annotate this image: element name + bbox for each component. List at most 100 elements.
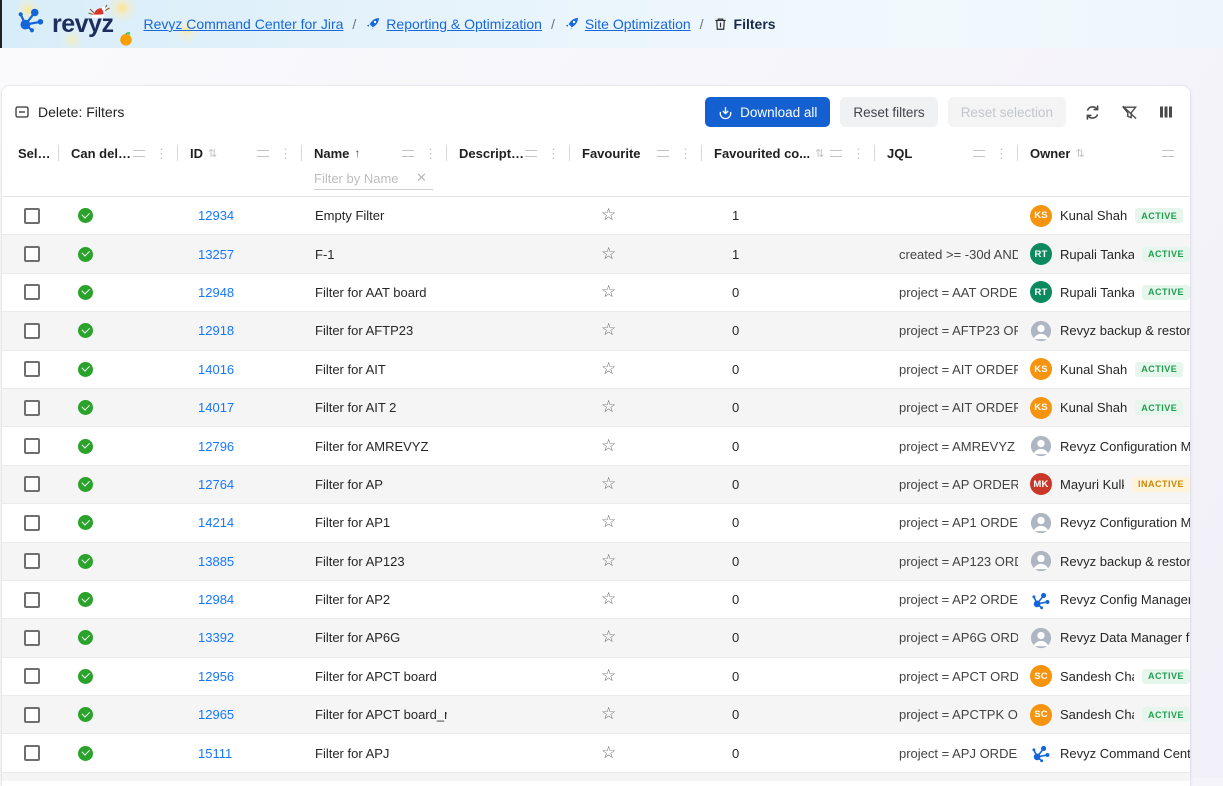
filter-icon[interactable] [657,150,669,157]
owner-name: Kunal Shah [1060,208,1127,223]
filter-icon[interactable] [973,150,985,157]
row-checkbox[interactable] [24,246,40,262]
filter-icon[interactable] [133,150,145,157]
favourite-star-icon[interactable]: ☆ [601,361,616,378]
filter-name: Filter for AMREVYZ [315,439,428,454]
column-settings-button[interactable] [1156,102,1176,122]
filter-name: Filter for AP [315,477,383,492]
filter-id-link[interactable]: 13257 [198,247,234,262]
column-header-favourited-count[interactable]: Favourited co... ⇅ ⋮ [702,138,875,168]
refresh-button[interactable] [1082,102,1103,123]
column-menu-icon[interactable]: ⋮ [993,147,1010,160]
favourite-star-icon[interactable]: ☆ [601,284,616,301]
sort-icon[interactable]: ⇅ [1075,147,1084,160]
favourite-star-icon[interactable]: ☆ [601,706,616,723]
favourite-star-icon[interactable]: ☆ [601,476,616,493]
row-checkbox[interactable] [24,284,40,300]
column-menu-icon[interactable]: ⋮ [422,147,439,160]
filter-id-link[interactable]: 13885 [198,554,234,569]
column-header-favourite[interactable]: Favourite ⋮ [570,138,702,168]
filter-id-link[interactable]: 12796 [198,439,234,454]
clear-filters-button[interactable] [1119,102,1140,123]
sort-icon[interactable]: ⇅ [815,147,824,160]
filter-id-link[interactable]: 12764 [198,477,234,492]
sort-icon[interactable]: ⇅ [208,147,217,160]
breadcrumb-link-command-center[interactable]: Revyz Command Center for Jira [143,16,343,32]
filter-id-link[interactable]: 13392 [198,630,234,645]
row-checkbox[interactable] [24,745,40,761]
filter-id-link[interactable]: 14017 [198,400,234,415]
favourite-star-icon[interactable]: ☆ [601,591,616,608]
filter-id-link[interactable]: 14214 [198,515,234,530]
filter-id-link[interactable]: 12934 [198,208,234,223]
filter-id-link[interactable]: 12965 [198,707,234,722]
filter-jql: project = AP2 ORDER [899,592,1018,607]
sort-ascending-icon[interactable]: ↑ [354,146,360,160]
download-all-button[interactable]: Download all [705,97,830,127]
owner-avatar: SC [1030,665,1052,687]
filter-icon[interactable] [830,150,842,157]
clear-filter-icon[interactable]: ✕ [416,170,427,186]
breadcrumb-link-site-optimization[interactable]: Site Optimization [585,16,691,32]
filter-id-link[interactable]: 12918 [198,323,234,338]
favourite-star-icon[interactable]: ☆ [601,553,616,570]
filter-name: Filter for AIT 2 [315,400,396,415]
row-checkbox[interactable] [24,323,40,339]
filter-name: Filter for AP1 [315,515,390,530]
row-checkbox[interactable] [24,553,40,569]
filter-icon[interactable] [402,150,414,157]
row-checkbox[interactable] [24,707,40,723]
row-checkbox[interactable] [24,592,40,608]
filter-id-link[interactable]: 12948 [198,285,234,300]
can-delete-check-icon [78,323,93,338]
filter-jql: project = APCT ORDE [899,669,1018,684]
column-header-owner[interactable]: Owner ⇅ [1018,138,1190,168]
table-row: 12956 Filter for APCT board ☆ 0 project … [2,658,1190,696]
table-row: 12984 Filter for AP2 ☆ 0 project = AP2 O… [2,581,1190,619]
name-filter-input[interactable] [314,171,410,186]
column-header-can-delete[interactable]: Can delete ⋮ [59,138,178,168]
favourite-star-icon[interactable]: ☆ [601,399,616,416]
favourite-star-icon[interactable]: ☆ [601,246,616,263]
filter-icon[interactable] [257,150,269,157]
column-header-jql[interactable]: JQL ⋮ [875,138,1018,168]
row-checkbox[interactable] [24,400,40,416]
row-checkbox[interactable] [24,361,40,377]
favourite-star-icon[interactable]: ☆ [601,514,616,531]
column-header-id[interactable]: ID ⇅ ⋮ [178,138,302,168]
row-checkbox[interactable] [24,630,40,646]
column-menu-icon[interactable]: ⋮ [677,147,694,160]
owner-status-badge: ACTIVE [1135,208,1183,223]
favourite-star-icon[interactable]: ☆ [601,668,616,685]
column-menu-icon[interactable]: ⋮ [277,147,294,160]
column-header-description[interactable]: Description ⋮ [447,138,570,168]
favourite-star-icon[interactable]: ☆ [601,629,616,646]
revyz-logo[interactable]: revyz [2,2,113,46]
favourited-count: 0 [732,630,739,645]
column-menu-icon[interactable]: ⋮ [545,147,562,160]
filter-id-link[interactable]: 15111 [198,746,232,761]
breadcrumb-link-reporting-optimization[interactable]: Reporting & Optimization [386,16,542,32]
owner-name: Revyz Config Manager for R [1060,592,1190,607]
row-checkbox[interactable] [24,208,40,224]
filter-icon[interactable] [1162,150,1174,157]
row-checkbox[interactable] [24,438,40,454]
row-checkbox[interactable] [24,476,40,492]
column-menu-icon[interactable]: ⋮ [850,147,867,160]
name-filter-field[interactable]: ✕ [314,170,433,190]
filter-id-link[interactable]: 12984 [198,592,234,607]
reset-filters-button[interactable]: Reset filters [840,97,937,127]
row-checkbox[interactable] [24,515,40,531]
filter-id-link[interactable]: 12956 [198,669,234,684]
column-header-name[interactable]: Name ↑ ⋮ [302,138,447,168]
filter-icon[interactable] [525,150,537,157]
reset-selection-button[interactable]: Reset selection [948,97,1066,127]
column-menu-icon[interactable]: ⋮ [153,147,170,160]
table-row: 12934 Empty Filter ☆ 1 KS [2,197,1190,235]
row-checkbox[interactable] [24,668,40,684]
favourite-star-icon[interactable]: ☆ [601,745,616,762]
favourite-star-icon[interactable]: ☆ [601,322,616,339]
favourite-star-icon[interactable]: ☆ [601,438,616,455]
favourite-star-icon[interactable]: ☆ [601,207,616,224]
filter-id-link[interactable]: 14016 [198,362,234,377]
